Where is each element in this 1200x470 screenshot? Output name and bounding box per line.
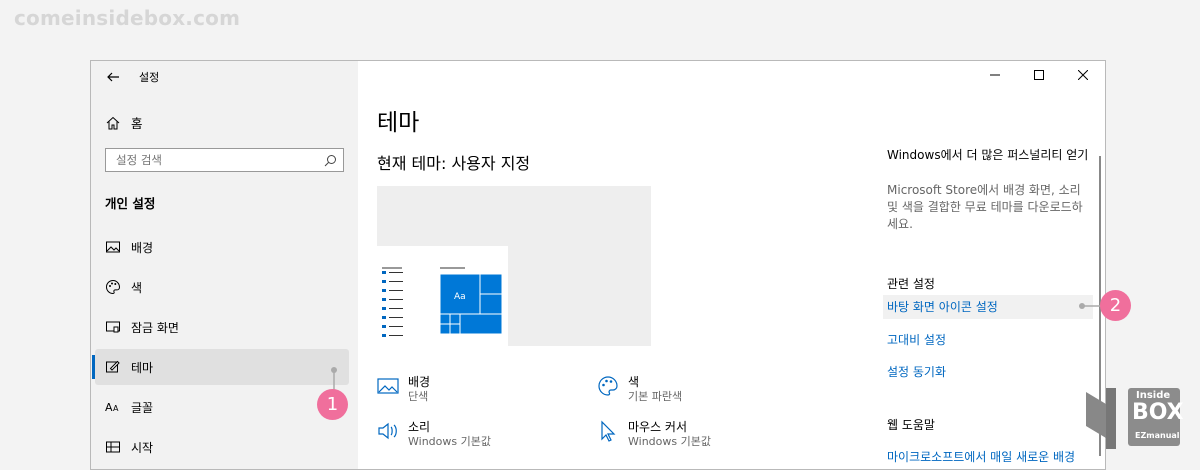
setting-color[interactable]: 색 기본 파란색 — [597, 375, 682, 404]
maximize-icon — [1034, 70, 1044, 80]
minimize-icon — [990, 74, 1000, 76]
insidebox-logo: Inside BOX EZmanual — [1084, 386, 1184, 451]
image-icon — [106, 241, 120, 253]
logo-text-3: EZmanual — [1135, 431, 1180, 440]
window-controls — [973, 61, 1105, 89]
sidebar-item-label: 테마 — [131, 360, 154, 375]
cursor-icon — [601, 420, 616, 442]
setting-value: 기본 파란색 — [628, 390, 683, 403]
theme-preview: Aa — [377, 186, 651, 346]
sidebar-item-color[interactable]: 색 — [95, 269, 349, 305]
sidebar-item-lock-screen[interactable]: 잠금 화면 — [95, 309, 349, 345]
palette-icon — [106, 279, 121, 295]
callout-2: 2 — [1100, 290, 1131, 321]
search-box[interactable] — [105, 148, 344, 172]
window-title: 설정 — [139, 71, 160, 84]
home-link[interactable]: 홈 — [105, 113, 143, 132]
preview-desktop: Aa — [377, 246, 508, 346]
theme-icon — [106, 360, 120, 373]
setting-label: 배경 — [408, 375, 431, 389]
svg-text:A: A — [105, 401, 113, 414]
promo-text: Microsoft Store에서 배경 화면, 소리 및 색을 결합한 무료 … — [887, 183, 1083, 231]
speaker-icon — [378, 422, 397, 440]
setting-value: Windows 기본값 — [628, 435, 711, 448]
sidebar-item-start[interactable]: 시작 — [95, 429, 349, 465]
main-content: 테마 현재 테마: 사용자 지정 Aa 배경 단색 색 기본 파란색 소리 Wi… — [358, 61, 1105, 469]
preview-start-menu-icon — [382, 267, 503, 337]
setting-label: 색 — [628, 375, 640, 389]
home-icon — [106, 116, 120, 129]
related-settings-title: 관련 설정 — [887, 277, 935, 291]
sidebar-item-fonts[interactable]: AA 글꼴 — [95, 389, 349, 425]
start-icon — [106, 441, 120, 453]
image-icon — [377, 378, 399, 394]
logo-text-2: BOX — [1132, 400, 1184, 425]
desktop-icon-settings-link[interactable]: 바탕 화면 아이콘 설정 — [887, 298, 998, 315]
preview-tile-text: Aa — [454, 292, 466, 302]
page-title: 테마 — [377, 110, 420, 136]
svg-text:A: A — [113, 404, 119, 413]
setting-value: Windows 기본값 — [408, 435, 491, 448]
current-theme-title: 현재 테마: 사용자 지정 — [377, 154, 531, 173]
promo-title: Windows에서 더 많은 퍼스널리티 얻기 — [887, 148, 1089, 162]
setting-label: 마우스 커서 — [628, 420, 688, 434]
web-help-title: 웹 도움말 — [887, 418, 935, 432]
search-icon[interactable] — [324, 154, 337, 167]
sidebar-item-label: 글꼴 — [131, 400, 154, 415]
minimize-button[interactable] — [973, 61, 1017, 89]
high-contrast-settings-link[interactable]: 고대비 설정 — [887, 331, 946, 348]
setting-background[interactable]: 배경 단색 — [377, 375, 430, 404]
help-link[interactable]: 마이크로소프트에서 매일 새로운 배경 — [887, 448, 1075, 465]
palette-icon — [598, 376, 618, 396]
sidebar-item-background[interactable]: 배경 — [95, 229, 349, 265]
watermark-text: comeinsidebox.com — [14, 6, 241, 30]
search-input[interactable] — [116, 153, 306, 167]
close-icon — [1078, 70, 1088, 80]
settings-window: 설정 홈 개인 설정 배경 색 잠금 화면 테마 AA — [90, 60, 1106, 470]
maximize-button[interactable] — [1017, 61, 1061, 89]
setting-value: 단색 — [408, 390, 429, 403]
sidebar-item-label: 배경 — [131, 240, 154, 255]
font-icon: AA — [105, 401, 119, 414]
section-title: 개인 설정 — [105, 196, 156, 211]
lock-screen-icon — [106, 321, 120, 333]
titlebar-left: 설정 — [105, 67, 159, 87]
callout-1: 1 — [317, 389, 348, 420]
sidebar-item-label: 색 — [131, 280, 143, 295]
close-button[interactable] — [1061, 61, 1105, 89]
sidebar-item-label: 시작 — [131, 440, 154, 455]
sidebar-item-label: 잠금 화면 — [131, 320, 179, 335]
setting-mouse-cursor[interactable]: 마우스 커서 Windows 기본값 — [597, 420, 711, 449]
sidebar-item-theme[interactable]: 테마 — [95, 349, 349, 385]
setting-sounds[interactable]: 소리 Windows 기본값 — [377, 420, 491, 449]
back-arrow-icon[interactable] — [105, 69, 121, 85]
home-label: 홈 — [131, 116, 143, 131]
setting-label: 소리 — [408, 420, 431, 434]
sync-settings-link[interactable]: 설정 동기화 — [887, 363, 946, 380]
